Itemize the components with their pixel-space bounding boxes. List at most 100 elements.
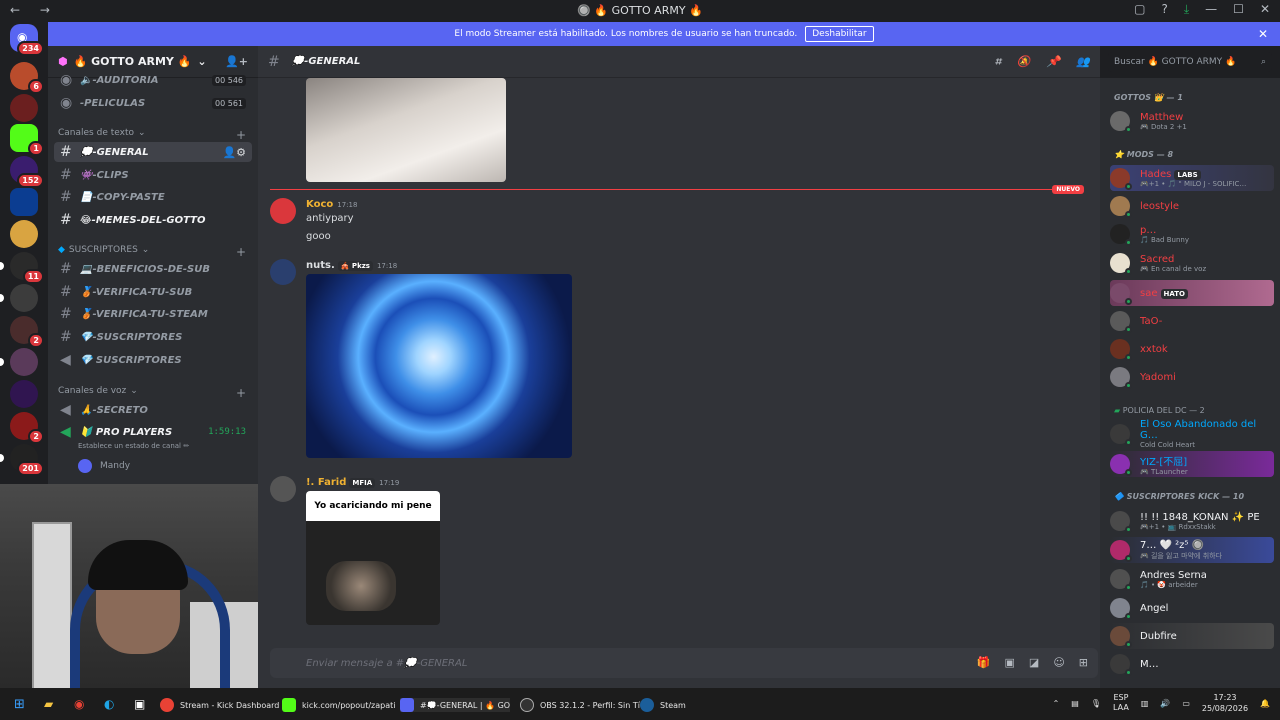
chrome-icon[interactable]: ◉ [74,697,84,711]
server-icon-12[interactable]: 2 [10,412,44,444]
server-icon-8[interactable] [0,284,38,312]
channel-beneficios[interactable]: # 💻-BENEFICIOS-DE-SUB [54,259,252,279]
member-item[interactable]: 7… 🤍 ²z⁵ 🔘 🎮 길을 잃고 마약에 취하다 [1110,537,1274,563]
voice-channel-auditoria[interactable]: ◉ 🔈-AUDITORIA 00 546 [54,70,252,90]
member-item[interactable]: YIZ-[不屈] 🎮 TLauncher [1110,451,1274,477]
member-item[interactable]: Matthew 🎮 Dota 2 +1 [1110,108,1274,134]
server-icon-kick[interactable]: 1 [10,124,44,156]
add-channel-icon[interactable]: + [236,128,246,142]
subs-category[interactable]: ◆ SUSCRIPTORES ⌄ + [58,245,246,259]
message-author[interactable]: Koco 17:18 [306,199,357,210]
message-author[interactable]: nuts. 🎪 Pkzs 17:18 [306,260,397,271]
channel-suscriptores[interactable]: # 💎-SUSCRIPTORES [54,327,252,347]
server-icon-2[interactable] [10,94,38,122]
taskbar-item-obs[interactable]: OBS 32.1.2 - Perfil: Sin Tí [520,698,640,712]
message-image[interactable] [306,78,506,182]
mute-icon[interactable]: 🔕 [1017,55,1031,69]
invite-icon[interactable]: 👤+ [225,55,248,68]
sticker-icon[interactable]: ◪ [1029,656,1039,669]
help-icon[interactable]: ? [1161,2,1167,17]
minimize-icon[interactable]: — [1205,2,1217,17]
voice-user[interactable]: Mandy [78,459,130,473]
member-item[interactable]: TaO- [1110,308,1274,334]
voice-category[interactable]: Canales de voz ⌄ + [58,386,246,400]
notification-icon[interactable]: 🔔 [1260,699,1270,708]
file-explorer-icon[interactable]: ▰ [44,697,53,711]
member-item[interactable]: p… 🎵 Bad Bunny [1110,221,1274,247]
taskbar-item-steam[interactable]: Steam [640,698,686,712]
server-icon-11[interactable] [10,380,38,408]
add-channel-icon[interactable]: + [236,245,246,259]
voice-channel-pro-players[interactable]: ◀ 🔰 PRO PLAYERS 1:59:13 [54,422,252,442]
maximize-icon[interactable]: ☐ [1233,2,1244,17]
edge-icon[interactable]: ◐ [104,697,114,711]
message-image-meme[interactable]: Yo acariciando mi pene [306,491,440,625]
server-icon-13[interactable]: 201 [0,444,44,476]
add-channel-icon[interactable]: + [236,386,246,400]
threads-icon[interactable]: ⌗ [995,55,1001,69]
channel-verifica-sub[interactable]: # 🥉-VERIFICA-TU-SUB [54,282,252,302]
member-item[interactable]: Hades LABS 🎮+1 • 🎵 " MILO J - SOLIFIC… [1110,165,1274,191]
server-icon-9[interactable]: 2 [10,316,44,348]
voice-channel-peliculas[interactable]: ◉ -PELICULAS 00 561 [54,93,252,113]
network-icon[interactable]: ▤ [1071,699,1079,708]
members-icon[interactable]: 👥 [1076,55,1090,69]
store-icon[interactable]: ▣ [134,697,145,711]
gift-icon[interactable]: 🎁 [977,656,991,669]
member-item[interactable]: sae HATO [1110,280,1274,306]
channel-settings-icon[interactable]: 👤⚙ [222,146,246,159]
member-item[interactable]: Dubfire [1110,623,1274,649]
member-item[interactable]: Andres Serna 🎵 • 🤡 arbeider [1110,566,1274,592]
emoji-icon[interactable]: ☺ [1053,656,1064,669]
taskbar-item-discord[interactable]: #💭-GENERAL | 🔥 GO [400,698,511,712]
clock[interactable]: 17:23 25/08/2026 [1202,692,1248,714]
volume-icon[interactable]: 🔊 [1160,699,1170,708]
home-button[interactable]: ◉ 234 [10,24,44,56]
server-icon-1[interactable]: 6 [10,62,44,94]
start-icon[interactable]: ⊞ [14,697,25,712]
search-input[interactable]: Buscar 🔥 GOTTO ARMY 🔥 ⌕ [1108,52,1272,72]
voice-channel-secreto[interactable]: ◀ 🙏-SECRETO [54,400,252,420]
member-item[interactable]: M… [1110,651,1274,677]
member-item[interactable]: Yadomi [1110,364,1274,390]
member-item[interactable]: !! !! 1848_KONAN ✨ PE 🎮+1 • 📺 RdxxStakk [1110,508,1274,534]
channel-general[interactable]: # 💭-GENERAL 👤⚙ [54,142,252,162]
channel-verifica-steam[interactable]: # 🥉-VERIFICA-TU-STEAM [54,304,252,324]
apps-icon[interactable]: ⊞ [1079,656,1088,669]
member-item[interactable]: Angel [1110,595,1274,621]
member-item[interactable]: xxtok [1110,336,1274,362]
gif-icon[interactable]: ▣ [1005,656,1015,669]
message-author[interactable]: !. Farid MFIA 17:19 [306,477,399,488]
chevron-up-icon[interactable]: ⌃ [1053,699,1060,708]
channel-status[interactable]: Establece un estado de canal ✏ [78,442,189,450]
disable-streamer-button[interactable]: Deshabilitar [805,26,874,42]
inbox-icon[interactable]: ▢ [1134,2,1145,17]
text-category[interactable]: Canales de texto ⌄ + [58,128,246,142]
mic-icon[interactable]: 🎙 [1091,699,1101,708]
channel-copy-paste[interactable]: # 📄-COPY-PASTE [54,187,252,207]
server-icon-5[interactable] [10,188,38,216]
avatar[interactable] [270,259,296,285]
avatar[interactable] [270,198,296,224]
channel-clips[interactable]: # 👾-CLIPS [54,165,252,185]
wifi-icon[interactable]: ▥ [1141,699,1149,708]
pin-icon[interactable]: 📌 [1047,55,1061,69]
message-image-vortex[interactable] [306,274,572,458]
member-item[interactable]: Sacred 🎮 En canal de voz [1110,250,1274,276]
close-window-icon[interactable]: ✕ [1260,2,1270,17]
avatar[interactable] [270,476,296,502]
server-icon-10[interactable] [0,348,38,376]
member-item[interactable]: El Oso Abandonado del G… Cold Cold Heart [1110,419,1274,449]
taskbar-item-kick-popout[interactable]: kick.com/popout/zapati [282,698,396,712]
server-icon-7[interactable]: 11 [0,252,44,284]
download-icon[interactable]: ⤓ [1184,2,1189,17]
message-composer[interactable]: Enviar mensaje a #💭-GENERAL 🎁 ▣ ◪ ☺ ⊞ [270,648,1098,678]
server-icon-4[interactable]: 152 [10,156,44,188]
server-icon-6[interactable] [10,220,38,248]
member-item[interactable]: leostyle [1110,193,1274,219]
taskbar-item-kick-dashboard[interactable]: Stream - Kick Dashboard [160,698,279,712]
voice-channel-suscriptores[interactable]: ◀ 💎 SUSCRIPTORES [54,350,252,370]
close-banner-icon[interactable]: ✕ [1258,27,1268,41]
battery-icon[interactable]: ▭ [1182,699,1190,708]
channel-memes[interactable]: # 😂-MEMES-DEL-GOTTO [54,210,252,230]
